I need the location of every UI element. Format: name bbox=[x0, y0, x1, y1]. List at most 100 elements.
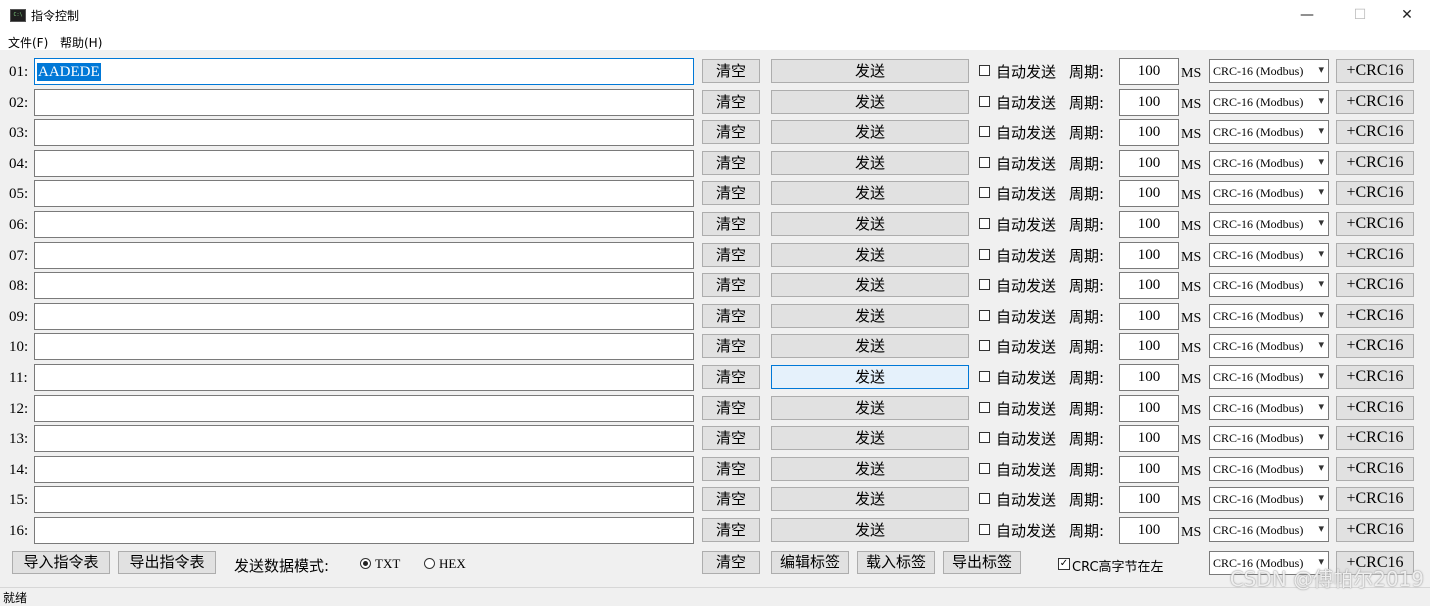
command-input[interactable] bbox=[34, 180, 694, 207]
add-crc-button[interactable]: +CRC16 bbox=[1336, 304, 1414, 328]
command-input[interactable] bbox=[34, 395, 694, 422]
clear-button[interactable]: 清空 bbox=[702, 304, 760, 328]
period-input[interactable]: 100 bbox=[1119, 211, 1179, 238]
auto-send-checkbox[interactable] bbox=[979, 157, 990, 168]
add-crc-button[interactable]: +CRC16 bbox=[1336, 457, 1414, 481]
clear-button[interactable]: 清空 bbox=[702, 243, 760, 267]
crc-type-select[interactable]: CRC-16 (Modbus) ▾ bbox=[1209, 273, 1329, 297]
clear-button[interactable]: 清空 bbox=[702, 151, 760, 175]
auto-send-checkbox[interactable] bbox=[979, 218, 990, 229]
period-input[interactable]: 100 bbox=[1119, 395, 1179, 422]
add-crc-button[interactable]: +CRC16 bbox=[1336, 487, 1414, 511]
send-button[interactable]: 发送 bbox=[771, 457, 969, 481]
command-input[interactable] bbox=[34, 425, 694, 452]
command-input[interactable] bbox=[34, 486, 694, 513]
add-crc-button[interactable]: +CRC16 bbox=[1336, 396, 1414, 420]
add-crc-button[interactable]: +CRC16 bbox=[1336, 243, 1414, 267]
radio-txt[interactable] bbox=[360, 558, 371, 569]
load-tags-button[interactable]: 载入标签 bbox=[857, 551, 935, 574]
add-crc-button[interactable]: +CRC16 bbox=[1336, 426, 1414, 450]
import-commands-button[interactable]: 导入指令表 bbox=[12, 551, 110, 574]
clear-all-button[interactable]: 清空 bbox=[702, 551, 760, 574]
send-button[interactable]: 发送 bbox=[771, 273, 969, 297]
export-tags-button[interactable]: 导出标签 bbox=[943, 551, 1021, 574]
period-input[interactable]: 100 bbox=[1119, 180, 1179, 207]
period-input[interactable]: 100 bbox=[1119, 425, 1179, 452]
command-input[interactable] bbox=[34, 456, 694, 483]
send-button[interactable]: 发送 bbox=[771, 365, 969, 389]
auto-send-checkbox[interactable] bbox=[979, 126, 990, 137]
clear-button[interactable]: 清空 bbox=[702, 365, 760, 389]
crc-type-select[interactable]: CRC-16 (Modbus) ▾ bbox=[1209, 334, 1329, 358]
clear-button[interactable]: 清空 bbox=[702, 59, 760, 83]
command-input[interactable] bbox=[34, 364, 694, 391]
add-crc-button[interactable]: +CRC16 bbox=[1336, 120, 1414, 144]
command-input[interactable] bbox=[34, 119, 694, 146]
clear-button[interactable]: 清空 bbox=[702, 90, 760, 114]
send-button[interactable]: 发送 bbox=[771, 518, 969, 542]
auto-send-checkbox[interactable] bbox=[979, 340, 990, 351]
command-input[interactable] bbox=[34, 89, 694, 116]
crc-type-select[interactable]: CRC-16 (Modbus) ▾ bbox=[1209, 518, 1329, 542]
period-input[interactable]: 100 bbox=[1119, 456, 1179, 483]
auto-send-checkbox[interactable] bbox=[979, 96, 990, 107]
send-button[interactable]: 发送 bbox=[771, 334, 969, 358]
crc-type-select[interactable]: CRC-16 (Modbus) ▾ bbox=[1209, 487, 1329, 511]
send-button[interactable]: 发送 bbox=[771, 487, 969, 511]
crc-type-select[interactable]: CRC-16 (Modbus) ▾ bbox=[1209, 120, 1329, 144]
period-input[interactable]: 100 bbox=[1119, 364, 1179, 391]
send-button[interactable]: 发送 bbox=[771, 396, 969, 420]
crc-high-byte-checkbox[interactable]: ✓ bbox=[1058, 558, 1070, 570]
clear-button[interactable]: 清空 bbox=[702, 487, 760, 511]
period-input[interactable]: 100 bbox=[1119, 150, 1179, 177]
crc-type-select[interactable]: CRC-16 (Modbus) ▾ bbox=[1209, 304, 1329, 328]
crc-type-select[interactable]: CRC-16 (Modbus) ▾ bbox=[1209, 457, 1329, 481]
add-crc-button[interactable]: +CRC16 bbox=[1336, 212, 1414, 236]
add-crc-button[interactable]: +CRC16 bbox=[1336, 365, 1414, 389]
crc-type-select[interactable]: CRC-16 (Modbus) ▾ bbox=[1209, 365, 1329, 389]
clear-button[interactable]: 清空 bbox=[702, 181, 760, 205]
clear-button[interactable]: 清空 bbox=[702, 334, 760, 358]
period-input[interactable]: 100 bbox=[1119, 272, 1179, 299]
auto-send-checkbox[interactable] bbox=[979, 402, 990, 413]
close-button[interactable]: ✕ bbox=[1384, 0, 1430, 32]
command-input[interactable] bbox=[34, 303, 694, 330]
add-crc-button[interactable]: +CRC16 bbox=[1336, 59, 1414, 83]
crc-type-select[interactable]: CRC-16 (Modbus) ▾ bbox=[1209, 90, 1329, 114]
add-crc-button[interactable]: +CRC16 bbox=[1336, 273, 1414, 297]
send-button[interactable]: 发送 bbox=[771, 151, 969, 175]
crc-type-select[interactable]: CRC-16 (Modbus) ▾ bbox=[1209, 59, 1329, 83]
send-button[interactable]: 发送 bbox=[771, 59, 969, 83]
auto-send-checkbox[interactable] bbox=[979, 65, 990, 76]
command-input[interactable] bbox=[34, 517, 694, 544]
send-button[interactable]: 发送 bbox=[771, 120, 969, 144]
clear-button[interactable]: 清空 bbox=[702, 426, 760, 450]
clear-button[interactable]: 清空 bbox=[702, 457, 760, 481]
send-button[interactable]: 发送 bbox=[771, 90, 969, 114]
crc-type-select[interactable]: CRC-16 (Modbus) ▾ bbox=[1209, 396, 1329, 420]
command-input[interactable]: AADEDE bbox=[34, 58, 694, 85]
export-commands-button[interactable]: 导出指令表 bbox=[118, 551, 216, 574]
auto-send-checkbox[interactable] bbox=[979, 524, 990, 535]
clear-button[interactable]: 清空 bbox=[702, 212, 760, 236]
add-crc-button[interactable]: +CRC16 bbox=[1336, 334, 1414, 358]
edit-tags-button[interactable]: 编辑标签 bbox=[771, 551, 849, 574]
auto-send-checkbox[interactable] bbox=[979, 310, 990, 321]
command-input[interactable] bbox=[34, 211, 694, 238]
crc-type-select[interactable]: CRC-16 (Modbus) ▾ bbox=[1209, 212, 1329, 236]
send-button[interactable]: 发送 bbox=[771, 243, 969, 267]
period-input[interactable]: 100 bbox=[1119, 89, 1179, 116]
auto-send-checkbox[interactable] bbox=[979, 463, 990, 474]
command-input[interactable] bbox=[34, 242, 694, 269]
clear-button[interactable]: 清空 bbox=[702, 120, 760, 144]
crc-type-select[interactable]: CRC-16 (Modbus) ▾ bbox=[1209, 426, 1329, 450]
auto-send-checkbox[interactable] bbox=[979, 432, 990, 443]
send-button[interactable]: 发送 bbox=[771, 181, 969, 205]
period-input[interactable]: 100 bbox=[1119, 333, 1179, 360]
send-button[interactable]: 发送 bbox=[771, 304, 969, 328]
period-input[interactable]: 100 bbox=[1119, 242, 1179, 269]
send-button[interactable]: 发送 bbox=[771, 426, 969, 450]
add-crc-button[interactable]: +CRC16 bbox=[1336, 518, 1414, 542]
period-input[interactable]: 100 bbox=[1119, 517, 1179, 544]
crc-type-select[interactable]: CRC-16 (Modbus) ▾ bbox=[1209, 181, 1329, 205]
